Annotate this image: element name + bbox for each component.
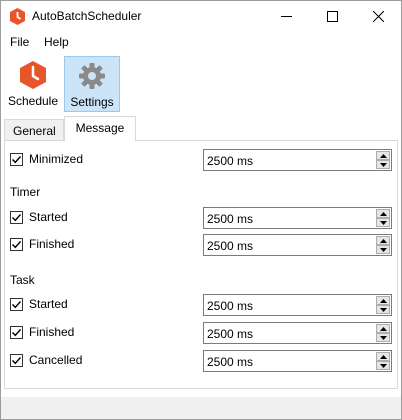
spinner-buttons [376,209,390,227]
tab-message[interactable]: Message [64,116,136,141]
window-title: AutoBatchScheduler [32,9,142,23]
timer-finished-label: Finished [29,237,75,251]
spin-down-button[interactable] [376,245,390,254]
chevron-down-icon [379,363,387,368]
spin-up-button[interactable] [376,151,390,160]
timer-started-checkbox[interactable] [10,210,23,224]
spin-down-button[interactable] [376,160,390,169]
minimized-duration-spinner[interactable]: 2500 ms [203,149,392,171]
minimized-label: Minimized [29,152,84,166]
task-finished-checkbox-wrap[interactable]: Finished [10,325,74,339]
menu-file[interactable]: File [8,35,31,49]
task-finished-duration-value[interactable]: 2500 ms [207,327,253,341]
status-bar [1,397,401,419]
app-window: AutoBatchScheduler File Help Schedule Se… [0,0,402,420]
spin-up-button[interactable] [376,209,390,218]
timer-section-title: Timer [10,185,41,199]
timer-started-checkbox-wrap[interactable]: Started [10,210,68,224]
spin-down-button[interactable] [376,305,390,314]
settings-button[interactable]: Settings [64,56,120,112]
task-started-duration-value[interactable]: 2500 ms [207,299,253,313]
chevron-down-icon [379,247,387,252]
timer-finished-duration-value[interactable]: 2500 ms [207,239,253,253]
timer-finished-duration-spinner[interactable]: 2500 ms [203,234,392,256]
timer-started-duration-value[interactable]: 2500 ms [207,212,253,226]
check-icon [12,328,22,336]
spinner-buttons [376,151,390,169]
check-icon [12,356,22,364]
close-button[interactable] [355,1,401,32]
task-cancelled-label: Cancelled [29,353,83,367]
message-settings-panel: Minimized 2500 ms Timer Started 2500 ms [4,140,398,389]
maximize-button[interactable] [309,1,355,32]
minimized-row: Minimized 2500 ms [5,149,399,171]
task-cancelled-checkbox-wrap[interactable]: Cancelled [10,353,82,367]
task-finished-checkbox[interactable] [10,325,23,339]
spinner-buttons [376,324,390,342]
gear-icon [79,63,105,89]
chevron-down-icon [379,335,387,340]
task-cancelled-row: Cancelled 2500 ms [5,350,399,372]
timer-finished-checkbox-wrap[interactable]: Finished [10,237,74,251]
task-section-title: Task [10,273,35,287]
maximize-icon [326,11,338,22]
spin-up-button[interactable] [376,352,390,361]
timer-started-label: Started [29,210,68,224]
minimized-checkbox-wrap[interactable]: Minimized [10,152,83,166]
chevron-up-icon [379,298,387,303]
task-started-row: Started 2500 ms [5,294,399,316]
close-icon [372,11,384,22]
schedule-label: Schedule [7,94,59,108]
check-icon [12,155,22,163]
check-icon [12,213,22,221]
tab-general[interactable]: General [4,119,64,141]
menu-help[interactable]: Help [42,35,71,49]
task-cancelled-checkbox[interactable] [10,353,23,367]
check-icon [12,240,22,248]
chevron-down-icon [379,220,387,225]
task-started-checkbox[interactable] [10,297,23,311]
schedule-button[interactable]: Schedule [5,56,61,112]
task-finished-label: Finished [29,325,75,339]
minimized-duration-value[interactable]: 2500 ms [207,154,253,168]
spin-up-button[interactable] [376,324,390,333]
minimize-button[interactable] [263,1,309,32]
settings-label: Settings [70,95,114,109]
spin-up-button[interactable] [376,296,390,305]
task-finished-row: Finished 2500 ms [5,322,399,344]
chevron-up-icon [379,354,387,359]
timer-started-row: Started 2500 ms [5,207,399,229]
timer-finished-row: Finished 2500 ms [5,234,399,256]
chevron-down-icon [379,307,387,312]
chevron-up-icon [379,211,387,216]
chevron-up-icon [379,153,387,158]
chevron-up-icon [379,238,387,243]
spin-down-button[interactable] [376,361,390,370]
tab-strip: General Message [1,115,401,141]
clock-icon [20,61,46,89]
task-cancelled-duration-value[interactable]: 2500 ms [207,355,253,369]
minimize-icon [280,16,292,17]
task-started-label: Started [29,297,68,311]
spinner-buttons [376,296,390,314]
spinner-buttons [376,352,390,370]
spin-down-button[interactable] [376,333,390,342]
app-logo-icon [10,8,25,25]
spin-down-button[interactable] [376,218,390,227]
chevron-up-icon [379,326,387,331]
timer-finished-checkbox[interactable] [10,237,23,251]
task-finished-duration-spinner[interactable]: 2500 ms [203,322,392,344]
title-bar[interactable]: AutoBatchScheduler [1,1,401,32]
spinner-buttons [376,236,390,254]
task-cancelled-duration-spinner[interactable]: 2500 ms [203,350,392,372]
timer-started-duration-spinner[interactable]: 2500 ms [203,207,392,229]
toolbar: Schedule Settings [1,53,401,115]
task-started-checkbox-wrap[interactable]: Started [10,297,68,311]
task-started-duration-spinner[interactable]: 2500 ms [203,294,392,316]
spin-up-button[interactable] [376,236,390,245]
minimized-checkbox[interactable] [10,152,23,166]
chevron-down-icon [379,162,387,167]
check-icon [12,300,22,308]
menu-bar: File Help [1,32,401,53]
